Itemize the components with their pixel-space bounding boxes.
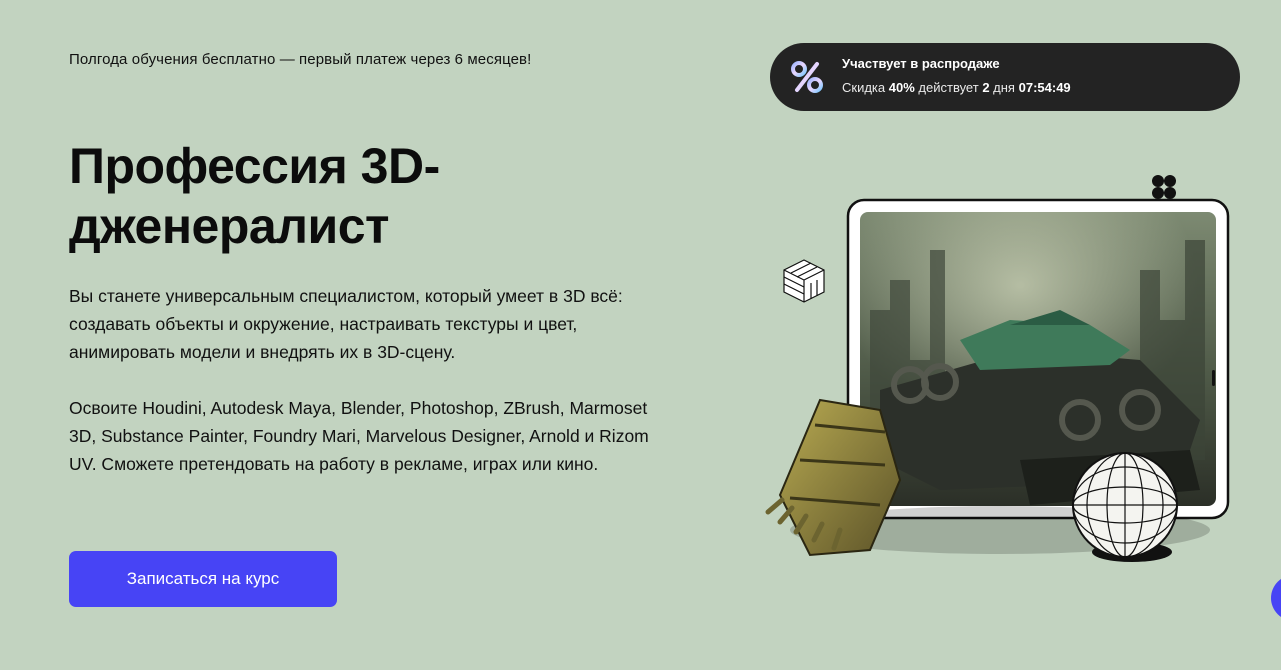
sale-discount-line: Скидка 40% действует 2 дня 07:54:49 <box>842 80 1071 95</box>
countdown-timer: 07:54:49 <box>1018 80 1071 95</box>
course-description: Вы станете универсальным специалистом, к… <box>69 286 623 362</box>
promo-banner-text: Полгода обучения бесплатно — первый плат… <box>69 51 532 68</box>
page-title: Профессия 3D-дженералист <box>69 138 440 254</box>
chat-button[interactable] <box>1271 575 1281 621</box>
hero-illustration <box>765 175 1230 562</box>
discount-value: 40% <box>888 80 915 95</box>
sale-badge[interactable]: Участвует в распродаже Скидка 40% действ… <box>770 43 1240 111</box>
enroll-button[interactable]: Записаться на курс <box>69 551 337 607</box>
days-left: 2 <box>982 80 990 95</box>
cube-icon <box>783 259 825 303</box>
clover-icon <box>1152 175 1176 199</box>
course-tools-description: Освоите Houdini, Autodesk Maya, Blender,… <box>69 398 649 474</box>
percent-icon <box>791 61 823 93</box>
sale-title: Участвует в распродаже <box>842 56 1000 71</box>
